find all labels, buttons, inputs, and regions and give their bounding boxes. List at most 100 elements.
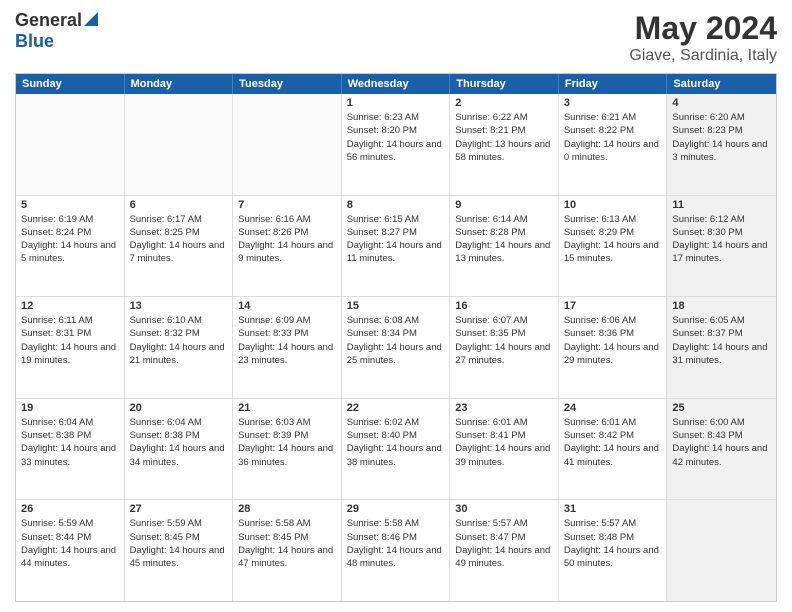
sunrise-text: Sunrise: 6:20 AM	[672, 111, 771, 124]
sunrise-text: Sunrise: 5:58 AM	[238, 517, 336, 530]
cal-cell-r3-c0: 19Sunrise: 6:04 AMSunset: 8:38 PMDayligh…	[16, 399, 125, 500]
sunset-text: Sunset: 8:29 PM	[564, 226, 662, 239]
day-number: 11	[672, 199, 771, 211]
sunset-text: Sunset: 8:48 PM	[564, 531, 662, 544]
sunset-text: Sunset: 8:26 PM	[238, 226, 336, 239]
cal-cell-r1-c1: 6Sunrise: 6:17 AMSunset: 8:25 PMDaylight…	[125, 196, 234, 297]
daylight-text: Daylight: 14 hours and 49 minutes.	[455, 544, 553, 571]
sunrise-text: Sunrise: 6:03 AM	[238, 416, 336, 429]
daylight-text: Daylight: 14 hours and 7 minutes.	[130, 239, 228, 266]
cal-cell-r3-c4: 23Sunrise: 6:01 AMSunset: 8:41 PMDayligh…	[450, 399, 559, 500]
daylight-text: Daylight: 14 hours and 29 minutes.	[564, 341, 662, 368]
daylight-text: Daylight: 14 hours and 50 minutes.	[564, 544, 662, 571]
cal-cell-r0-c1	[125, 94, 234, 195]
cal-cell-r0-c0	[16, 94, 125, 195]
day-number: 29	[347, 503, 445, 515]
day-number: 17	[564, 300, 662, 312]
daylight-text: Daylight: 14 hours and 47 minutes.	[238, 544, 336, 571]
header-friday: Friday	[559, 74, 668, 94]
cal-cell-r3-c2: 21Sunrise: 6:03 AMSunset: 8:39 PMDayligh…	[233, 399, 342, 500]
day-number: 26	[21, 503, 119, 515]
daylight-text: Daylight: 14 hours and 17 minutes.	[672, 239, 771, 266]
calendar-row-1: 5Sunrise: 6:19 AMSunset: 8:24 PMDaylight…	[16, 196, 776, 298]
cal-cell-r1-c6: 11Sunrise: 6:12 AMSunset: 8:30 PMDayligh…	[667, 196, 776, 297]
page: General Blue May 2024 Giave, Sardinia, I…	[0, 0, 792, 612]
sunset-text: Sunset: 8:21 PM	[455, 124, 553, 137]
day-number: 19	[21, 402, 119, 414]
location-title: Giave, Sardinia, Italy	[629, 47, 777, 65]
day-number: 7	[238, 199, 336, 211]
title-area: May 2024 Giave, Sardinia, Italy	[629, 10, 777, 65]
cal-cell-r2-c3: 15Sunrise: 6:08 AMSunset: 8:34 PMDayligh…	[342, 297, 451, 398]
day-number: 2	[455, 97, 553, 109]
day-number: 1	[347, 97, 445, 109]
cal-cell-r0-c2	[233, 94, 342, 195]
sunset-text: Sunset: 8:25 PM	[130, 226, 228, 239]
day-number: 22	[347, 402, 445, 414]
sunset-text: Sunset: 8:33 PM	[238, 327, 336, 340]
daylight-text: Daylight: 14 hours and 38 minutes.	[347, 442, 445, 469]
daylight-text: Daylight: 14 hours and 11 minutes.	[347, 239, 445, 266]
cal-cell-r2-c4: 16Sunrise: 6:07 AMSunset: 8:35 PMDayligh…	[450, 297, 559, 398]
day-number: 31	[564, 503, 662, 515]
day-number: 16	[455, 300, 553, 312]
sunrise-text: Sunrise: 6:01 AM	[455, 416, 553, 429]
day-number: 9	[455, 199, 553, 211]
sunset-text: Sunset: 8:44 PM	[21, 531, 119, 544]
sunrise-text: Sunrise: 6:14 AM	[455, 213, 553, 226]
sunrise-text: Sunrise: 5:57 AM	[455, 517, 553, 530]
sunrise-text: Sunrise: 5:59 AM	[130, 517, 228, 530]
daylight-text: Daylight: 14 hours and 44 minutes.	[21, 544, 119, 571]
sunrise-text: Sunrise: 6:15 AM	[347, 213, 445, 226]
sunrise-text: Sunrise: 6:07 AM	[455, 314, 553, 327]
daylight-text: Daylight: 14 hours and 13 minutes.	[455, 239, 553, 266]
sunset-text: Sunset: 8:34 PM	[347, 327, 445, 340]
cal-cell-r4-c6	[667, 500, 776, 601]
sunset-text: Sunset: 8:27 PM	[347, 226, 445, 239]
sunrise-text: Sunrise: 5:58 AM	[347, 517, 445, 530]
sunset-text: Sunset: 8:32 PM	[130, 327, 228, 340]
sunrise-text: Sunrise: 6:04 AM	[21, 416, 119, 429]
header-thursday: Thursday	[450, 74, 559, 94]
cal-cell-r2-c6: 18Sunrise: 6:05 AMSunset: 8:37 PMDayligh…	[667, 297, 776, 398]
calendar-header: Sunday Monday Tuesday Wednesday Thursday…	[16, 74, 776, 94]
day-number: 10	[564, 199, 662, 211]
day-number: 24	[564, 402, 662, 414]
sunset-text: Sunset: 8:45 PM	[130, 531, 228, 544]
sunrise-text: Sunrise: 5:59 AM	[21, 517, 119, 530]
daylight-text: Daylight: 14 hours and 15 minutes.	[564, 239, 662, 266]
sunrise-text: Sunrise: 6:19 AM	[21, 213, 119, 226]
day-number: 12	[21, 300, 119, 312]
sunrise-text: Sunrise: 6:02 AM	[347, 416, 445, 429]
cal-cell-r4-c4: 30Sunrise: 5:57 AMSunset: 8:47 PMDayligh…	[450, 500, 559, 601]
cal-cell-r1-c2: 7Sunrise: 6:16 AMSunset: 8:26 PMDaylight…	[233, 196, 342, 297]
cal-cell-r3-c3: 22Sunrise: 6:02 AMSunset: 8:40 PMDayligh…	[342, 399, 451, 500]
calendar-body: 1Sunrise: 6:23 AMSunset: 8:20 PMDaylight…	[16, 94, 776, 601]
daylight-text: Daylight: 14 hours and 31 minutes.	[672, 341, 771, 368]
sunrise-text: Sunrise: 6:09 AM	[238, 314, 336, 327]
cal-cell-r4-c1: 27Sunrise: 5:59 AMSunset: 8:45 PMDayligh…	[125, 500, 234, 601]
sunrise-text: Sunrise: 6:08 AM	[347, 314, 445, 327]
daylight-text: Daylight: 14 hours and 19 minutes.	[21, 341, 119, 368]
sunrise-text: Sunrise: 6:13 AM	[564, 213, 662, 226]
sunset-text: Sunset: 8:31 PM	[21, 327, 119, 340]
sunrise-text: Sunrise: 6:21 AM	[564, 111, 662, 124]
day-number: 15	[347, 300, 445, 312]
daylight-text: Daylight: 14 hours and 0 minutes.	[564, 138, 662, 165]
day-number: 4	[672, 97, 771, 109]
cal-cell-r4-c3: 29Sunrise: 5:58 AMSunset: 8:46 PMDayligh…	[342, 500, 451, 601]
daylight-text: Daylight: 14 hours and 45 minutes.	[130, 544, 228, 571]
daylight-text: Daylight: 14 hours and 9 minutes.	[238, 239, 336, 266]
calendar-row-3: 19Sunrise: 6:04 AMSunset: 8:38 PMDayligh…	[16, 399, 776, 501]
day-number: 13	[130, 300, 228, 312]
header: General Blue May 2024 Giave, Sardinia, I…	[15, 10, 777, 65]
sunset-text: Sunset: 8:22 PM	[564, 124, 662, 137]
logo-general: General	[15, 10, 82, 31]
sunset-text: Sunset: 8:41 PM	[455, 429, 553, 442]
sunset-text: Sunset: 8:23 PM	[672, 124, 771, 137]
sunrise-text: Sunrise: 6:17 AM	[130, 213, 228, 226]
calendar-row-2: 12Sunrise: 6:11 AMSunset: 8:31 PMDayligh…	[16, 297, 776, 399]
sunset-text: Sunset: 8:46 PM	[347, 531, 445, 544]
day-number: 30	[455, 503, 553, 515]
sunrise-text: Sunrise: 6:00 AM	[672, 416, 771, 429]
